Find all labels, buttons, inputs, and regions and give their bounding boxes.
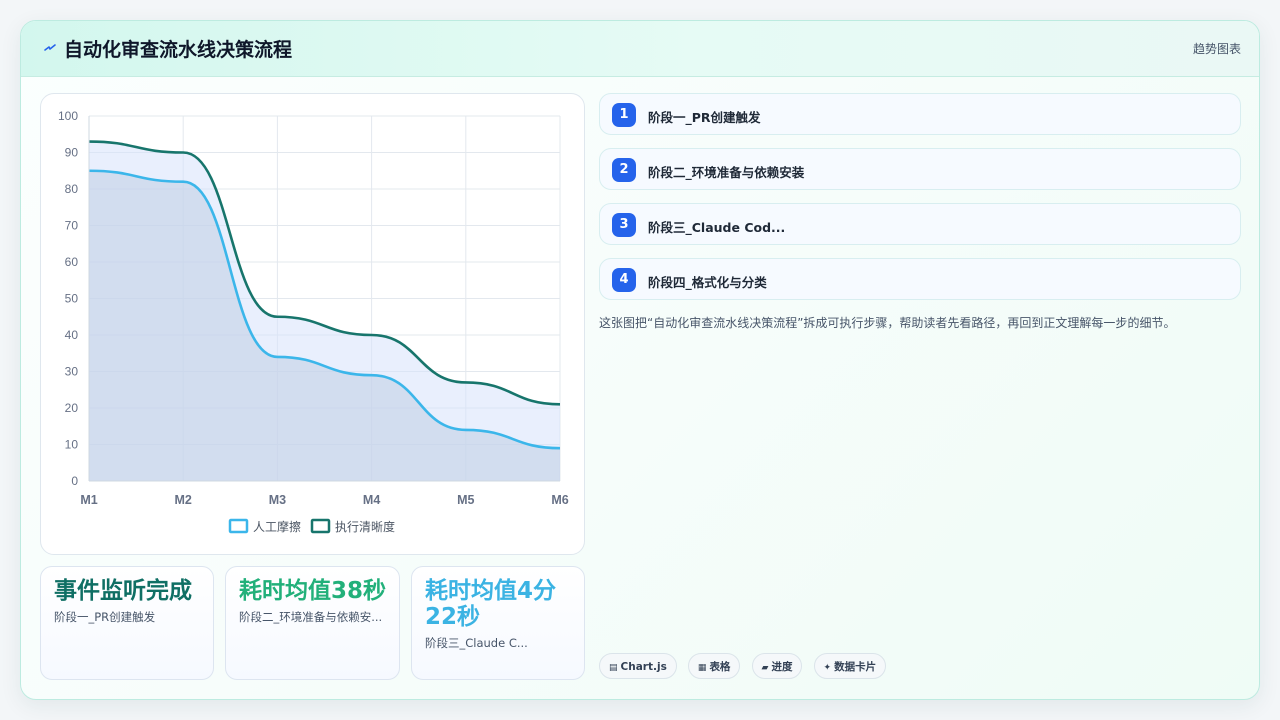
stat-caption: 阶段三_Claude C...: [425, 636, 528, 650]
stat-card-1: 事件监听完成 阶段一_PR创建触发: [40, 566, 214, 680]
x-tick-label: M3: [269, 493, 286, 507]
table-icon: ▦: [697, 663, 707, 673]
y-tick-label: 100: [58, 109, 78, 123]
decision-flow-card: 自动化审查流水线决策流程 趋势图表 0 10 20 30 40 50 60 70 80 90 100…: [20, 20, 1260, 700]
y-tick-label: 90: [65, 146, 79, 160]
stat-value: 耗时均值4分22秒: [425, 578, 557, 630]
step-item-4[interactable]: 4 阶段四_格式化与分类: [599, 258, 1241, 300]
tag-label: 进度: [771, 661, 793, 673]
y-tick-label: 30: [65, 365, 79, 379]
step-label: 阶段一_PR创建触发: [648, 110, 761, 125]
step-item-3[interactable]: 3 阶段三_Claude Cod...: [599, 203, 1241, 245]
tag-label: 数据卡片: [834, 661, 877, 673]
tag-progress[interactable]: ▰ 进度: [751, 653, 803, 679]
y-tick-label: 20: [65, 401, 79, 415]
step-label: 阶段四_格式化与分类: [648, 275, 767, 290]
step-number: 4: [612, 268, 636, 292]
lightning-icon: [44, 44, 56, 51]
page-title: 自动化审查流水线决策流程: [64, 39, 293, 61]
y-tick-label: 60: [65, 255, 79, 269]
stat-value: 事件监听完成: [54, 578, 192, 604]
tag-label: Chart.js: [620, 661, 667, 673]
tag-label: 表格: [709, 661, 731, 673]
y-tick-label: 80: [65, 182, 79, 196]
sparkle-icon: ✦: [823, 663, 832, 673]
tag-chartjs[interactable]: ▤ Chart.js: [599, 653, 677, 679]
y-tick-label: 10: [65, 438, 79, 452]
step-item-1[interactable]: 1 阶段一_PR创建触发: [599, 93, 1241, 135]
y-tick-label: 70: [65, 219, 79, 233]
stat-caption: 阶段一_PR创建触发: [54, 610, 156, 624]
legend-label: 人工摩擦: [253, 519, 301, 534]
step-number: 3: [612, 213, 636, 237]
trend-chart-link[interactable]: 趋势图表: [1193, 40, 1241, 57]
chart-description: 这张图把“自动化审查流水线决策流程”拆成可执行步骤，帮助读者先看路径，再回到正文…: [599, 316, 1176, 330]
x-tick-label: M1: [80, 493, 97, 507]
step-number: 2: [612, 158, 636, 182]
y-tick-label: 40: [65, 328, 79, 342]
y-tick-label: 50: [65, 292, 79, 306]
x-tick-label: M6: [551, 493, 568, 507]
stat-card-2: 耗时均值38秒 阶段二_环境准备与依赖安...: [225, 566, 400, 680]
area-chart: 0 10 20 30 40 50 60 70 80 90 100 M1 M2 M3 M4 M5 M6 人工摩擦 执行…: [58, 109, 569, 534]
step-label: 阶段三_Claude Cod...: [648, 220, 786, 235]
y-tick-label: 0: [71, 474, 78, 488]
step-list: 1 阶段一_PR创建触发 2 阶段二_环境准备与依赖安装 3 阶段三_Claud…: [599, 93, 1241, 313]
legend-label: 执行清晰度: [335, 519, 395, 534]
stat-card-3: 耗时均值4分22秒 阶段三_Claude C...: [411, 566, 585, 680]
step-label: 阶段二_环境准备与依赖安装: [648, 165, 805, 180]
legend-swatch: [310, 518, 331, 534]
tag-table[interactable]: ▦ 表格: [687, 653, 741, 679]
legend-swatch: [228, 518, 249, 534]
tag-list: ▤ Chart.js ▦ 表格 ▰ 进度 ✦ 数据卡片: [599, 653, 892, 679]
tag-data-card[interactable]: ✦ 数据卡片: [813, 653, 887, 679]
chart-panel: 0 10 20 30 40 50 60 70 80 90 100 M1 M2 M3 M4 M5 M6 人工摩擦 执行…: [40, 93, 585, 555]
x-tick-label: M2: [175, 493, 192, 507]
x-tick-label: M5: [457, 493, 474, 507]
card-header: 自动化审查流水线决策流程 趋势图表: [21, 21, 1259, 77]
step-item-2[interactable]: 2 阶段二_环境准备与依赖安装: [599, 148, 1241, 190]
step-number: 1: [612, 103, 636, 127]
x-tick-label: M4: [363, 493, 380, 507]
stat-value: 耗时均值38秒: [239, 578, 387, 604]
progress-icon: ▰: [761, 663, 769, 673]
chart-icon: ▤: [609, 663, 618, 673]
stat-caption: 阶段二_环境准备与依赖安...: [239, 610, 383, 624]
